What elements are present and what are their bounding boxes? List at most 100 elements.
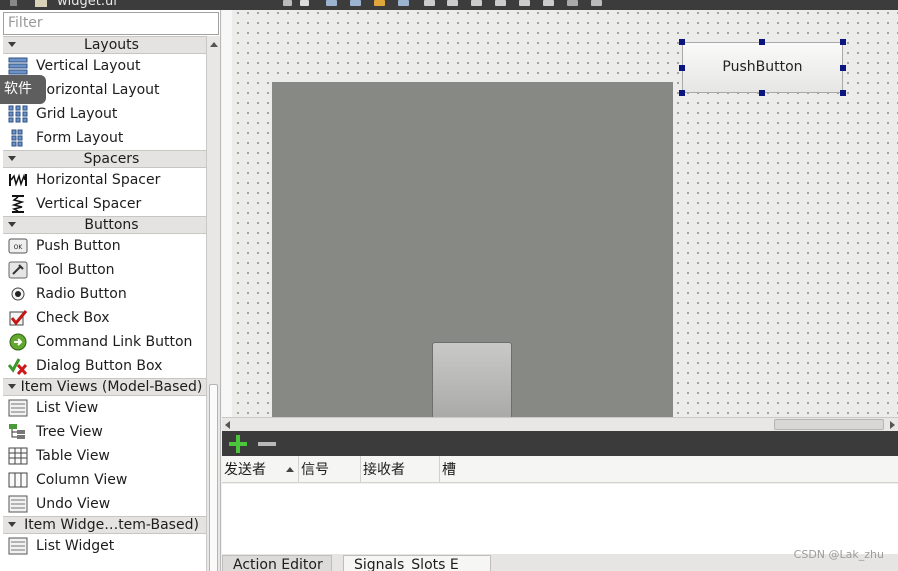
dialog-button-box-icon <box>7 357 28 375</box>
container-widget[interactable] <box>272 82 673 417</box>
push-button[interactable]: PushButton <box>682 42 843 93</box>
column-header-slot[interactable]: 槽 <box>440 456 560 483</box>
layout-splitter-h-icon[interactable] <box>471 0 482 6</box>
check-box-icon <box>8 309 28 327</box>
tab-signals-slots-editor[interactable]: Signals_Slots E <box>343 555 491 571</box>
widget-item[interactable]: Tree View <box>3 420 206 444</box>
column-header-signal[interactable]: 信号 <box>299 456 361 483</box>
layout-vertical-icon[interactable] <box>447 0 458 6</box>
widget-item[interactable]: Horizontal Spacer <box>3 168 206 192</box>
widget-item-label: List Widget <box>36 538 115 554</box>
window-menu-icon[interactable] <box>10 0 17 6</box>
widget-item[interactable]: List Widget <box>3 534 206 558</box>
column-view-icon <box>8 471 28 489</box>
scroll-up-icon[interactable] <box>210 42 218 47</box>
widget-item[interactable]: Column View <box>3 468 206 492</box>
connections-table-body[interactable] <box>222 484 898 556</box>
column-header-receiver[interactable]: 接收者 <box>361 456 440 483</box>
resize-handle-se[interactable] <box>840 90 846 96</box>
category-header[interactable]: Item Views (Model-Based) <box>3 378 206 396</box>
widget-item-label: Column View <box>36 472 128 488</box>
widget-item[interactable]: Dialog Button Box <box>3 354 206 378</box>
widget-item-label: Command Link Button <box>36 334 193 350</box>
widget-item[interactable]: Tool Button <box>3 258 206 282</box>
widget-item-label: Vertical Layout <box>36 58 141 74</box>
dropdown-icon[interactable] <box>283 0 292 6</box>
scrollbar-thumb[interactable] <box>209 384 218 571</box>
column-header-label: 发送者 <box>224 462 266 478</box>
remove-connection-icon[interactable] <box>258 442 276 446</box>
widget-item-label: Vertical Spacer <box>36 196 142 212</box>
undo-view-icon <box>8 495 28 513</box>
form-canvas[interactable]: PushButton <box>222 10 898 417</box>
layout-form-icon[interactable] <box>519 0 530 6</box>
grid-layout-icon <box>8 105 28 123</box>
category-label: Layouts <box>84 37 139 53</box>
widget-item-label: Grid Layout <box>36 106 118 122</box>
close-icon[interactable] <box>300 0 309 6</box>
scroll-right-icon[interactable] <box>890 421 895 429</box>
widget-item[interactable]: Radio Button <box>3 282 206 306</box>
widget-item[interactable]: Command Link Button <box>3 330 206 354</box>
category-label: Buttons <box>84 217 139 233</box>
column-header-sender[interactable]: 发送者 <box>222 456 299 483</box>
add-connection-icon[interactable] <box>229 435 247 453</box>
scrollbar-thumb[interactable] <box>774 419 884 430</box>
category-label: Spacers <box>83 151 140 167</box>
widget-item[interactable]: Check Box <box>3 306 206 330</box>
resize-handle-s[interactable] <box>759 90 765 96</box>
adjust-size-icon[interactable] <box>591 0 602 6</box>
resize-handle-e[interactable] <box>840 65 846 71</box>
resize-handle-w[interactable] <box>679 65 685 71</box>
layout-grid-icon[interactable] <box>543 0 554 6</box>
widget-item-label: Radio Button <box>36 286 127 302</box>
horizontal-spacer-icon <box>8 171 28 189</box>
signal-slot-toolbar <box>222 431 898 456</box>
expand-arrow-icon <box>8 384 16 389</box>
qt-designer-window: widget.ui Filter Layouts Vertical Layout H… <box>0 0 898 571</box>
resize-handle-sw[interactable] <box>679 90 685 96</box>
widget-item-label: Horizontal Layout <box>36 82 160 98</box>
layout-splitter-v-icon[interactable] <box>495 0 506 6</box>
resize-handle-n[interactable] <box>759 39 765 45</box>
tab-action-editor[interactable]: Action Editor <box>222 555 332 571</box>
break-layout-icon[interactable] <box>567 0 578 6</box>
window-title: widget.ui <box>57 0 117 9</box>
widget-item[interactable]: Form Layout <box>3 126 206 150</box>
resize-handle-nw[interactable] <box>679 39 685 45</box>
category-header[interactable]: Item Widge…tem-Based) <box>3 516 206 534</box>
widget-item-label: List View <box>36 400 99 416</box>
canvas-horizontal-scrollbar[interactable] <box>222 417 898 431</box>
watermark: CSDN @Lak_zhu <box>793 548 884 561</box>
edit-signals-icon[interactable] <box>350 0 361 6</box>
widget-item-label: Tree View <box>36 424 103 440</box>
category-header[interactable]: Layouts <box>3 36 206 54</box>
widget-box-scrollbar[interactable] <box>206 36 220 571</box>
edit-file-icon <box>35 0 47 7</box>
layout-horizontal-icon[interactable] <box>424 0 435 6</box>
command-link-icon <box>8 333 28 351</box>
widget-item[interactable]: List View <box>3 396 206 420</box>
scroll-left-icon[interactable] <box>225 421 230 429</box>
widget-item[interactable]: Grid Layout <box>3 102 206 126</box>
edit-widgets-icon[interactable] <box>326 0 337 6</box>
resize-handle-ne[interactable] <box>840 39 846 45</box>
category-header[interactable]: Buttons <box>3 216 206 234</box>
widget-item[interactable]: Table View <box>3 444 206 468</box>
widget-item-label: Check Box <box>36 310 110 326</box>
widget-item[interactable]: Vertical Spacer <box>3 192 206 216</box>
canvas-margin <box>222 10 232 417</box>
category-header[interactable]: Spacers <box>3 150 206 168</box>
widget-item-label: Dialog Button Box <box>36 358 163 374</box>
vertical-layout-icon <box>8 57 28 75</box>
list-widget-icon <box>8 537 28 555</box>
widget-item[interactable]: Undo View <box>3 492 206 516</box>
filter-input[interactable]: Filter <box>3 12 219 35</box>
expand-arrow-icon <box>8 42 16 47</box>
widget-item-label: Horizontal Spacer <box>36 172 161 188</box>
widget-item[interactable]: OK Push Button <box>3 234 206 258</box>
edit-tab-order-icon[interactable] <box>398 0 409 6</box>
inner-widget[interactable] <box>432 342 512 417</box>
edit-buddies-icon[interactable] <box>374 0 385 6</box>
toolbar: widget.ui <box>0 0 898 10</box>
